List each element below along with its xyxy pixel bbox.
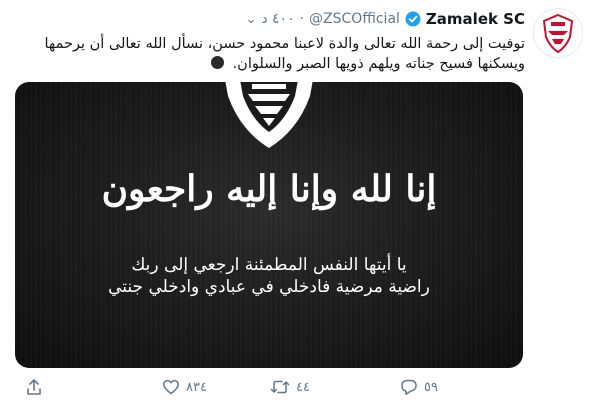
sub-verse-line1: يا أيتها النفس المطمئنة ارجعي إلى ربك xyxy=(131,255,407,275)
share-icon xyxy=(27,379,41,395)
reply-count: ٥٩ xyxy=(424,379,438,395)
action-bar: ٨٣٤ ٤٤ ٥٩ xyxy=(20,378,525,400)
reply-icon xyxy=(401,379,417,395)
black-circle-emoji-icon xyxy=(210,56,224,69)
separator-dot: · xyxy=(299,11,305,27)
retweet-count: ٤٤ xyxy=(296,379,310,395)
heart-icon xyxy=(163,379,179,395)
sub-verse-line2: راضية مرضية فادخلي في عبادي وادخلي جنتي xyxy=(108,277,430,297)
like-count: ٨٣٤ xyxy=(186,379,207,395)
tweet-header: ⌄ ٤٠٠ د · @ZSCOfficial Zamalek SC xyxy=(245,8,525,30)
retweet-button[interactable]: ٤٤ xyxy=(270,378,310,396)
club-crest-icon xyxy=(225,82,313,148)
chevron-down-icon[interactable]: ⌄ xyxy=(245,12,256,27)
tweet-text-content: توفيت إلى رحمة الله تعالى والدة لاعبنا م… xyxy=(44,36,526,72)
tweet-text: توفيت إلى رحمة الله تعالى والدة لاعبنا م… xyxy=(20,34,526,74)
display-name[interactable]: Zamalek SC xyxy=(426,10,525,28)
reply-button[interactable]: ٥٩ xyxy=(400,378,438,396)
sub-verse-text: يا أيتها النفس المطمئنة ارجعي إلى ربك را… xyxy=(15,254,523,298)
verified-badge-icon xyxy=(405,11,421,27)
avatar[interactable] xyxy=(533,8,583,58)
main-verse-text: إنا لله وإنا إليه راجعون xyxy=(101,168,437,210)
tweet-card[interactable]: ⌄ ٤٠٠ د · @ZSCOfficial Zamalek SC توفيت … xyxy=(0,0,597,409)
retweet-icon xyxy=(270,380,290,394)
tweet-image[interactable]: إنا لله وإنا إليه راجعون يا أيتها النفس … xyxy=(15,82,523,368)
share-button[interactable] xyxy=(25,378,43,396)
user-handle[interactable]: @ZSCOfficial xyxy=(309,11,400,27)
timestamp[interactable]: ٤٠٠ د xyxy=(261,11,294,27)
like-button[interactable]: ٨٣٤ xyxy=(162,378,207,396)
